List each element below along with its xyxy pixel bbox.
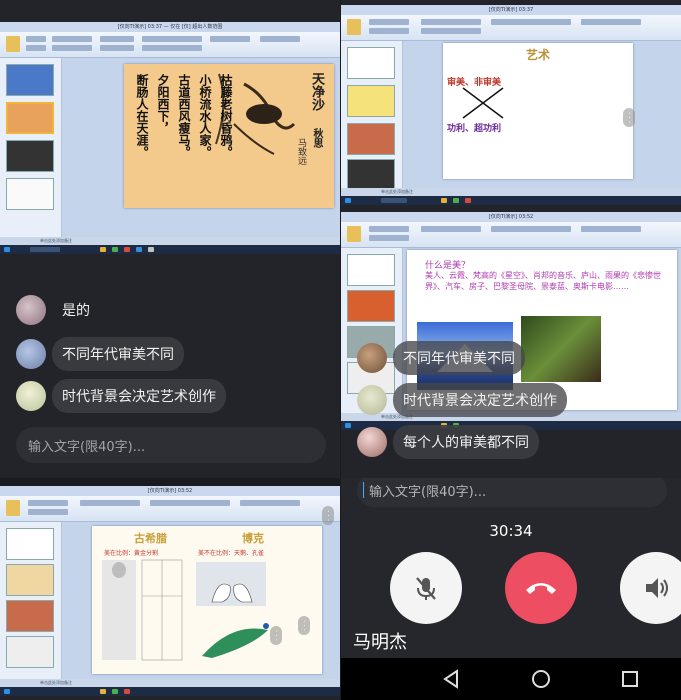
chat-message: 不同年代审美不同 xyxy=(357,341,525,375)
poem-season: 秋思 xyxy=(311,128,322,148)
slide-body: 美人、云霞、梵高的《星空》、肖邦的音乐、庐山、雨果的《悲惨世界》、汽车、房子、巴… xyxy=(425,271,661,291)
chat-text: 时代背景会决定艺术创作 xyxy=(393,383,567,417)
painting-image xyxy=(521,316,601,382)
speaker-button[interactable] xyxy=(620,552,681,624)
chat-message: 是的 xyxy=(16,293,100,327)
text-cursor xyxy=(363,482,364,498)
ribbon-toolbar xyxy=(0,32,340,58)
call-timer: 30:34 xyxy=(489,522,533,540)
windows-taskbar xyxy=(0,245,340,254)
chat-input[interactable]: 输入文字(限40字)... xyxy=(16,427,326,463)
chat-input[interactable]: 输入文字(限40字)... xyxy=(357,478,667,507)
slide-stage: 古希腊 博克 美在比例：黄金分割 美不在比例：天鹅、孔雀 xyxy=(62,522,340,679)
overlay-tag: · · · xyxy=(623,108,635,128)
chat-text: 不同年代审美不同 xyxy=(393,341,525,375)
video-tile-top-left: [仅向TI演示] 03:37 — 仅在 [仅] 超出人数范围 天净沙 秋思 马致… xyxy=(0,0,340,478)
avatar xyxy=(357,343,387,373)
shared-screen-powerpoint: [仅向TI演示] 03:52 古希腊 博克 美在比例：黄金分割 美不在比例：天鹅… xyxy=(0,486,340,696)
window-title: [仅向TI演示] 03:37 xyxy=(341,5,681,15)
poem-author: 马致远 xyxy=(296,138,306,165)
poem-slide: 天净沙 秋思 马致远 枯藤老树昏鸦。 小桥流水人家。 古道西风瘦马。 夕阳西下，… xyxy=(124,64,334,208)
ribbon-toolbar xyxy=(341,222,681,248)
slide-thumbnails[interactable] xyxy=(0,522,62,679)
recents-icon[interactable] xyxy=(619,668,641,690)
notes-bar[interactable]: 单击此处添加备注 xyxy=(341,188,681,196)
windows-taskbar xyxy=(341,196,681,205)
overlay-tag: · · · xyxy=(270,626,282,646)
poem-line: 夕阳西下， xyxy=(156,74,170,134)
chat-message: 每个人的审美都不同 xyxy=(357,425,539,459)
call-control-panel: 输入文字(限40字)... 30:34 马明杰 xyxy=(341,478,681,700)
avatar xyxy=(357,427,387,457)
notes-bar[interactable]: 单击此处添加备注 xyxy=(0,237,340,245)
avatar xyxy=(357,385,387,415)
shared-screen-powerpoint: [仅向TI演示] 03:37 — 仅在 [仅] 超出人数范围 天净沙 秋思 马致… xyxy=(0,22,340,254)
home-icon[interactable] xyxy=(530,668,552,690)
chat-message: 时代背景会决定艺术创作 xyxy=(16,379,226,413)
window-title: [仅向TI演示] 03:52 xyxy=(341,212,681,222)
poem-title: 天净沙 xyxy=(309,72,324,111)
poem-line: 小桥流水人家。 xyxy=(198,74,212,158)
chat-message: 时代背景会决定艺术创作 xyxy=(357,383,567,417)
chat-message: 不同年代审美不同 xyxy=(16,337,184,371)
ribbon-toolbar xyxy=(0,496,340,522)
phone-hangup-icon xyxy=(526,583,556,594)
poem-lines: 枯藤老树昏鸦。 小桥流水人家。 古道西风瘦马。 夕阳西下， 断肠人在天涯。 xyxy=(134,74,235,158)
video-tile-bottom-left: [仅向TI演示] 03:52 古希腊 博克 美在比例：黄金分割 美不在比例：天鹅… xyxy=(0,486,340,700)
caller-name: 马明杰 xyxy=(353,632,407,653)
poem-line: 古道西风瘦马。 xyxy=(177,74,191,158)
ribbon-toolbar xyxy=(341,15,681,41)
windows-taskbar xyxy=(0,687,340,696)
chat-text: 不同年代审美不同 xyxy=(52,337,184,371)
mute-button[interactable] xyxy=(390,552,462,624)
aesthetics-slide: 古希腊 博克 美在比例：黄金分割 美不在比例：天鹅、孔雀 xyxy=(92,526,322,674)
slide-stage: 艺术 审美、非审美 功利、超功利 xyxy=(403,41,681,188)
avatar xyxy=(16,381,46,411)
hang-up-button[interactable] xyxy=(505,552,577,624)
slide-thumbnails[interactable] xyxy=(0,58,62,237)
statue-and-animals xyxy=(102,559,269,661)
video-tile-top-right: [仅向TI演示] 03:37 艺术 审美、非审美 功利、超功利 单击此处添加备注… xyxy=(341,0,681,478)
window-title: [仅向TI演示] 03:37 — 仅在 [仅] 超出人数范围 xyxy=(0,22,340,32)
poem-line: 枯藤老树昏鸦。 xyxy=(219,74,233,158)
window-title: [仅向TI演示] 03:52 xyxy=(0,486,340,496)
chat-text: 时代背景会决定艺术创作 xyxy=(52,379,226,413)
android-nav-bar xyxy=(341,658,681,700)
back-icon[interactable] xyxy=(441,668,463,690)
mic-off-icon xyxy=(416,577,436,600)
art-slide: 艺术 审美、非审美 功利、超功利 xyxy=(443,43,633,179)
chat-text: 每个人的审美都不同 xyxy=(393,425,539,459)
chat-text: 是的 xyxy=(62,303,90,319)
overlay-tag: · · · xyxy=(322,506,334,526)
slide-stage: 天净沙 秋思 马致远 枯藤老树昏鸦。 小桥流水人家。 古道西风瘦马。 夕阳西下，… xyxy=(62,58,340,237)
avatar xyxy=(16,339,46,369)
cross-arrows xyxy=(462,87,504,119)
poem-line: 断肠人在天涯。 xyxy=(135,74,149,158)
slide-thumbnails[interactable] xyxy=(341,41,403,191)
shared-screen-powerpoint-1: [仅向TI演示] 03:37 艺术 审美、非审美 功利、超功利 单击此处添加备注 xyxy=(341,5,681,205)
avatar xyxy=(16,295,46,325)
speaker-icon xyxy=(646,578,668,598)
overlay-tag: · · · xyxy=(298,616,310,636)
notes-bar[interactable]: 单击此处添加备注 xyxy=(0,679,340,687)
